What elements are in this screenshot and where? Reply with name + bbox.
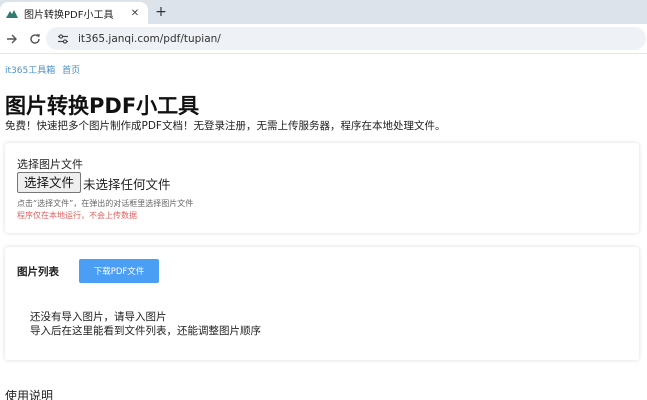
breadcrumb: it365工具箱 首页 [5,63,84,76]
file-status: 未选择任何文件 [83,177,171,192]
local-warning: 程序仅在本地运行，不会上传数据 [17,211,137,220]
breadcrumb-home-link[interactable]: it365工具箱 [5,66,55,76]
empty-message-line2: 导入后在这里能看到文件列表，还能调整图片顺序 [30,325,261,337]
browser-toolbar: it365.janqi.com/pdf/tupian/ [0,24,647,54]
mountain-icon [6,7,18,19]
breadcrumb-index-link[interactable]: 首页 [62,66,80,76]
reload-icon[interactable] [27,31,43,47]
upload-label: 选择图片文件 [17,158,83,171]
image-list-card: 图片列表 下载PDF文件 还没有导入图片，请导入图片 导入后在这里能看到文件列表… [5,247,639,360]
upload-hint: 点击“选择文件”，在弹出的对话框里选择图片文件 [17,199,194,208]
tab-title: 图片转换PDF小工具 [24,9,114,21]
address-bar[interactable]: it365.janqi.com/pdf/tupian/ [46,27,646,50]
page-content: it365工具箱 首页 图片转换PDF小工具 免费！快速把多个图片制作成PDF文… [0,55,647,400]
tab-strip: 图片转换PDF小工具 ✕ + [0,0,647,24]
download-pdf-button[interactable]: 下载PDF文件 [79,259,159,283]
upload-card: 选择图片文件 选择文件 未选择任何文件 点击“选择文件”，在弹出的对话框里选择图… [5,143,639,233]
tune-icon[interactable] [56,32,70,46]
empty-message-line1: 还没有导入图片，请导入图片 [30,311,167,323]
arrow-right-icon[interactable] [4,31,20,47]
browser-tab[interactable]: 图片转换PDF小工具 ✕ [0,2,148,24]
usage-section-title: 使用说明 [5,389,54,400]
page-description: 免费！快速把多个图片制作成PDF文档！无登录注册，无需上传服务器，程序在本地处理… [5,120,446,132]
page-title: 图片转换PDF小工具 [5,94,200,118]
image-list-title: 图片列表 [17,266,59,278]
plus-icon[interactable]: + [153,4,169,20]
close-icon[interactable]: ✕ [128,6,142,20]
url-text: it365.janqi.com/pdf/tupian/ [78,32,221,45]
choose-file-button[interactable]: 选择文件 [17,172,82,193]
